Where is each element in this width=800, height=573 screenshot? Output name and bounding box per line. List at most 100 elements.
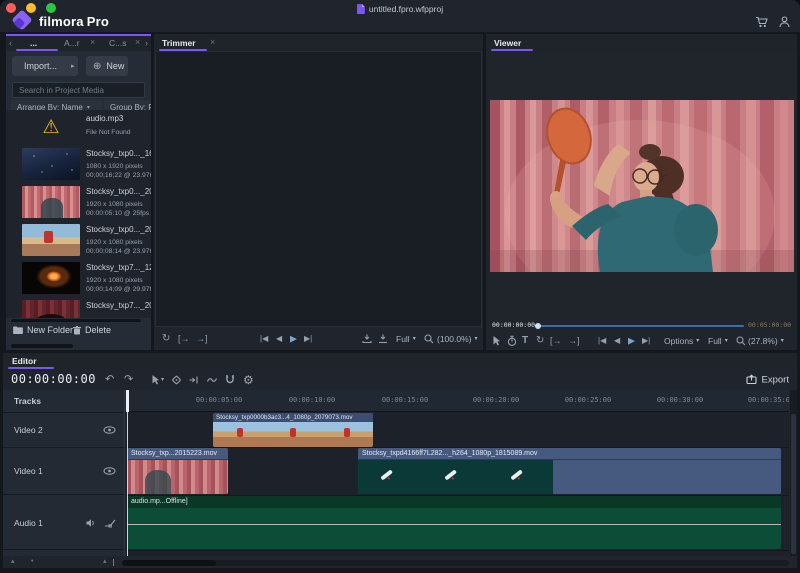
timeline-clip-video2[interactable]: Stocksy_txp0000b3ac3...4_1080p_2079073.m… [213, 413, 373, 447]
close-tab-icon[interactable]: × [210, 37, 215, 47]
loop-playback-icon[interactable]: ↻ [162, 334, 170, 344]
track-header-video1[interactable]: Video 1 [3, 448, 124, 495]
zoom-out-tracks-icon[interactable]: ▴ [11, 558, 15, 565]
media-item-audio[interactable]: ⚠ audio.mp3 File Not Found [6, 110, 151, 146]
viewer-fit-dropdown[interactable]: Full ▾ [708, 336, 728, 346]
slip-tool-icon[interactable] [207, 375, 217, 385]
import-dropdown-icon[interactable]: ▸ [71, 62, 75, 70]
export-button[interactable]: Export [746, 374, 789, 385]
tab-controls[interactable]: C...s [109, 38, 126, 48]
trimmer-fit-dropdown[interactable]: Full ▾ [396, 334, 416, 344]
mark-in-icon[interactable]: [→ [178, 334, 190, 343]
panel-focus-accent [6, 34, 151, 36]
timeline-vertical-scrollbar[interactable] [790, 390, 797, 556]
next-frame-button[interactable]: ▶| [304, 335, 312, 343]
viewer-zoom-dropdown[interactable]: (27.8%) ▾ [748, 336, 784, 346]
media-item-clip[interactable]: Stocksy_txp0..._166 1080 x 1920 pixels 0… [6, 146, 151, 184]
trimmer-tabbar: Trimmer × [154, 34, 483, 51]
text-tool-icon[interactable]: T [522, 336, 528, 346]
settings-gear-icon[interactable]: ⚙ [243, 374, 254, 386]
media-item-name: Stocksy_txp0..._201 [86, 187, 151, 196]
viewer-options-dropdown[interactable]: Options ▾ [664, 336, 699, 346]
undo-button[interactable]: ↶ [105, 374, 114, 385]
playhead-handle[interactable] [126, 390, 129, 412]
viewer-scrubber-track[interactable] [538, 325, 744, 327]
tab-scroll-left-icon[interactable]: ‹ [9, 38, 12, 48]
store-cart-icon[interactable] [755, 16, 768, 28]
overwrite-to-timeline-icon[interactable] [378, 334, 388, 343]
insert-to-timeline-icon[interactable] [362, 334, 372, 343]
media-item-clip[interactable]: Stocksy_txp7..._124 1920 x 1080 pixels 0… [6, 260, 151, 298]
clip-thumbnail [22, 262, 80, 294]
clip-label: Stocksy_txp0000b3ac3...4_1080p_2079073.m… [213, 413, 373, 422]
timeline-clip-video1a[interactable]: Stocksy_txp...2015223.mov [127, 448, 228, 494]
track-name: Video 2 [14, 425, 43, 435]
scrollbar-thumb[interactable] [791, 414, 796, 554]
viewer-scrubber-handle[interactable] [535, 323, 541, 329]
scrollbar-thumb[interactable] [122, 560, 216, 566]
trimmer-controls: ↻ [→ →] |◀ ◀ ▶ ▶| Full ▾ (100.0%) ▾ [154, 327, 483, 350]
tab-editor[interactable]: Editor [12, 356, 37, 366]
tab-media[interactable]: ... [30, 38, 37, 48]
ruler-tick-label: 00:00:25:00 [556, 396, 620, 404]
pointer-tool-icon[interactable] [492, 335, 501, 346]
trimmer-zoom-dropdown[interactable]: (100.0%) ▾ [437, 334, 478, 344]
chevron-down-icon: ▾ [781, 337, 784, 344]
go-to-start-button[interactable]: |◀ [598, 337, 606, 345]
go-to-start-button[interactable]: |◀ [260, 335, 268, 343]
previous-frame-button[interactable]: ◀ [276, 335, 282, 343]
trimmer-preview-area [155, 51, 482, 327]
media-item-clip[interactable]: Stocksy_txp0..._207 1920 x 1080 pixels 0… [6, 222, 151, 260]
slice-tool-icon[interactable] [171, 374, 182, 385]
audio-mixer-icon[interactable] [104, 518, 116, 527]
account-icon[interactable] [779, 16, 790, 28]
previous-frame-button[interactable]: ◀ [614, 337, 620, 345]
tab-viewer[interactable]: Viewer [494, 38, 521, 48]
timeline-lanes[interactable]: 00:00:05:00 00:00:10:00 00:00:15:00 00:0… [125, 390, 789, 556]
import-button[interactable]: Import... ▸ [12, 56, 78, 76]
next-frame-button[interactable]: ▶| [642, 337, 650, 345]
media-item-clip[interactable]: Stocksy_txp0..._201 1920 x 1080 pixels 0… [6, 184, 151, 222]
stopwatch-icon[interactable] [507, 335, 517, 346]
mark-out-icon[interactable]: →] [568, 336, 580, 345]
play-button[interactable]: ▶ [628, 336, 635, 345]
timeline-clip-audio[interactable]: audio.mp...Offline] [127, 496, 781, 549]
media-item-duration: 00;00;16;22 @ 23.976fps [86, 172, 151, 179]
titlebar: filmora Pro untitled.fpro.wfpproj [0, 0, 800, 32]
tool-dropdown-icon[interactable]: ▾ [161, 377, 164, 383]
loop-playback-icon[interactable]: ↻ [536, 336, 544, 346]
speaker-mute-icon[interactable] [86, 518, 96, 527]
eye-visibility-icon[interactable] [103, 426, 116, 434]
redo-button[interactable]: ↷ [124, 374, 133, 385]
play-button[interactable]: ▶ [290, 334, 297, 343]
mark-in-icon[interactable]: [→ [550, 336, 562, 345]
track-header-audio1[interactable]: Audio 1 [3, 496, 124, 550]
snap-magnet-icon[interactable] [225, 374, 235, 385]
trim-tool-icon[interactable] [189, 375, 199, 385]
delete-button[interactable]: Delete [73, 325, 111, 335]
search-input[interactable] [12, 82, 145, 98]
zoom-in-tracks-icon[interactable]: ▴ [103, 558, 107, 565]
select-tool-icon[interactable] [151, 374, 160, 385]
close-tab-icon[interactable]: × [90, 37, 95, 47]
zoom-slider-handle[interactable]: • [31, 558, 33, 565]
media-footer-scrollbar[interactable] [11, 344, 73, 348]
timeline-horizontal-scrollbar[interactable] [122, 560, 789, 566]
new-button[interactable]: ⊕ New [86, 56, 128, 76]
eye-visibility-icon[interactable] [103, 467, 116, 475]
track-header-video2[interactable]: Video 2 [3, 413, 124, 448]
tab-scroll-right-icon[interactable]: › [145, 38, 148, 48]
mark-out-icon[interactable]: →] [196, 334, 208, 343]
import-button-label: Import... [24, 61, 57, 71]
tab-audio-mixer[interactable]: A...r [64, 38, 80, 48]
tab-trimmer[interactable]: Trimmer [162, 38, 196, 48]
playhead-line[interactable] [127, 412, 128, 556]
timeline-ruler[interactable]: 00:00:05:00 00:00:10:00 00:00:15:00 00:0… [125, 390, 789, 412]
timeline-clip-video1b[interactable]: Stocksy_txpd4166ff7L282..._h264_1080p_18… [358, 448, 781, 494]
fit-mode-label: Full [396, 334, 410, 344]
viewer-video-frame [490, 100, 794, 272]
close-tab-icon[interactable]: × [135, 37, 140, 47]
new-folder-button[interactable]: New Folder [13, 325, 73, 335]
media-item-resolution: 1920 x 1080 pixels [86, 239, 151, 246]
media-item-clip[interactable]: Stocksy_txp7..._201 [6, 298, 151, 318]
